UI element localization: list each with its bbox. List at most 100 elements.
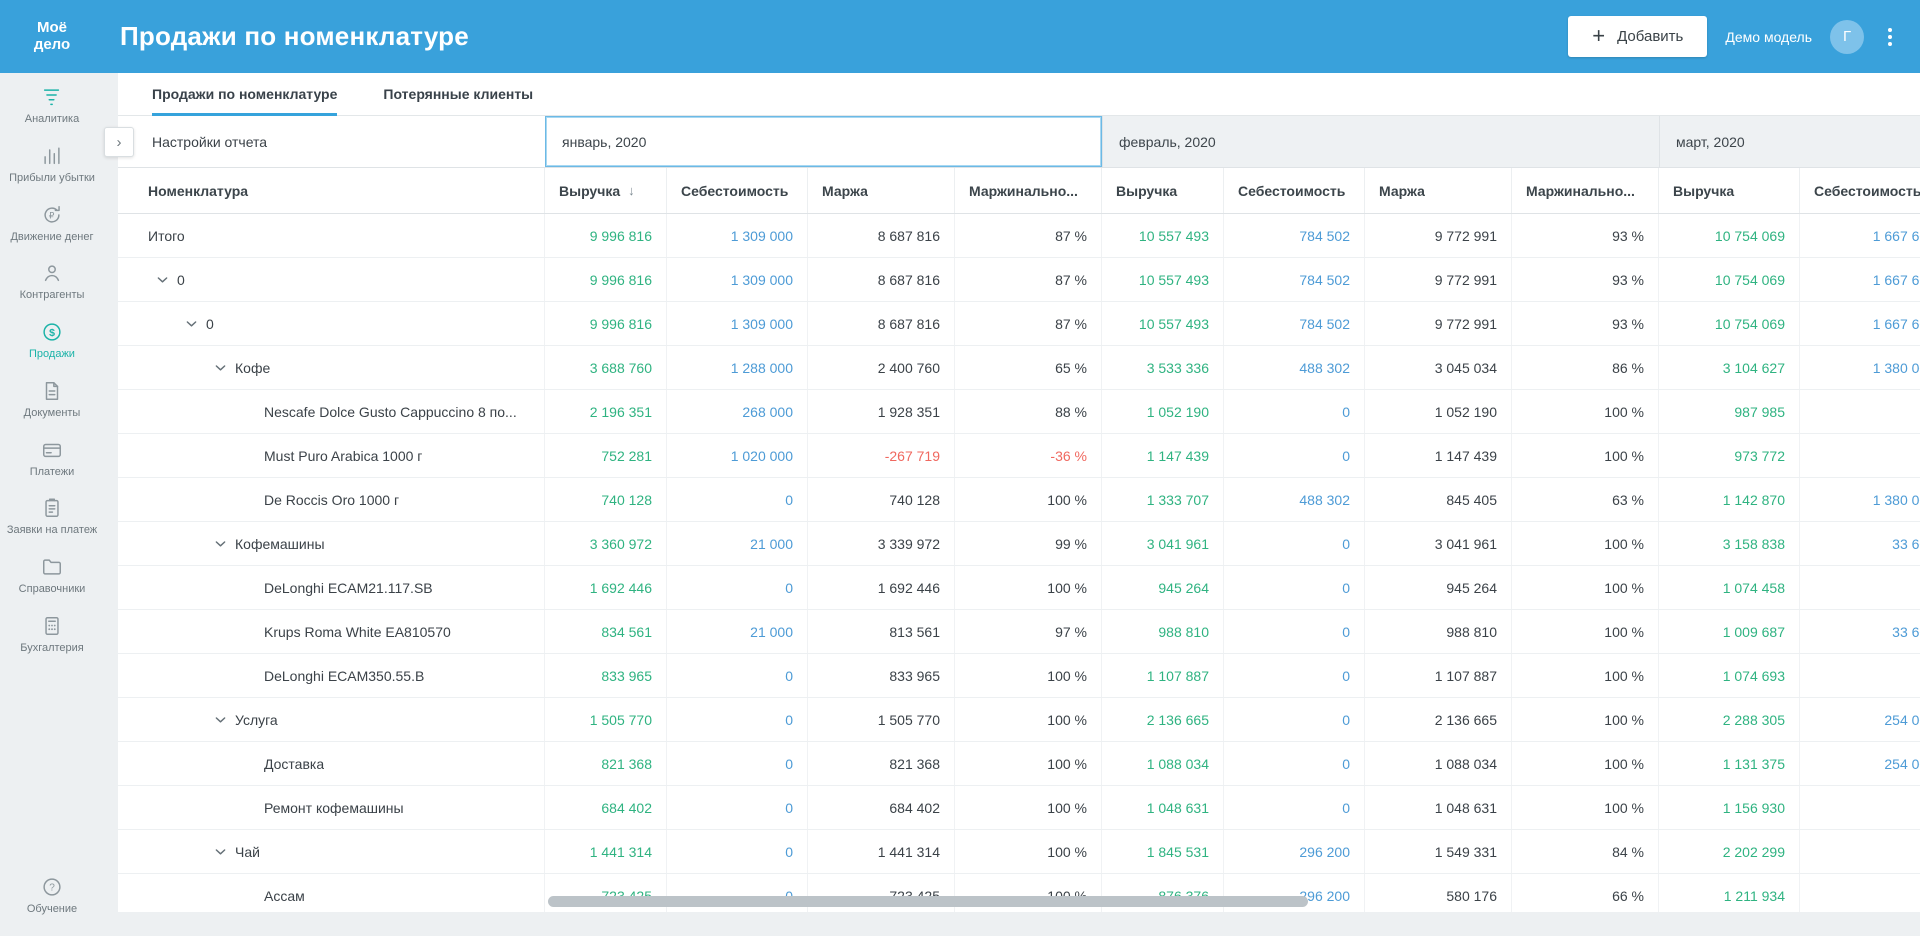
column-header-cost-m1[interactable]: Себестоимость xyxy=(667,168,808,213)
cell-cost xyxy=(1800,566,1920,609)
sidebar-item-payment-requests[interactable]: Заявки на платеж xyxy=(0,488,104,547)
row-label: 0 xyxy=(177,272,185,288)
cell-cost: 0 xyxy=(667,566,808,609)
cell-revenue: 1 009 687 xyxy=(1659,610,1800,653)
cell-marginality: 100 % xyxy=(1512,434,1659,477)
cell-revenue: 10 754 069 xyxy=(1659,302,1800,345)
column-header-cost-m2[interactable]: Себестоимость xyxy=(1224,168,1365,213)
add-button[interactable]: + Добавить xyxy=(1568,16,1707,57)
sidebar-item-documents[interactable]: Документы xyxy=(0,371,104,430)
cell-marginality: 87 % xyxy=(955,258,1102,301)
cell-cost: 1 020 000 xyxy=(667,434,808,477)
cell-marginality: 100 % xyxy=(955,566,1102,609)
month-header-1[interactable]: январь, 2020 xyxy=(545,116,1102,167)
column-header-marginality-m2[interactable]: Маржинально... xyxy=(1512,168,1659,213)
svg-text:?: ? xyxy=(49,883,55,894)
cell-revenue: 1 142 870 xyxy=(1659,478,1800,521)
svg-text:$: $ xyxy=(49,327,55,339)
cell-cost: 1 667 600 xyxy=(1800,302,1920,345)
column-header-label: Маржинально... xyxy=(969,183,1078,199)
cell-revenue: 834 561 xyxy=(545,610,667,653)
sidebar-item-sales[interactable]: $Продажи xyxy=(0,312,104,371)
column-header-cost-m3[interactable]: Себестоимость xyxy=(1800,168,1920,213)
row-label: Услуга xyxy=(235,712,278,728)
column-header-marginality-m1[interactable]: Маржинально... xyxy=(955,168,1102,213)
app-logo[interactable]: Моё дело xyxy=(0,20,104,52)
sidebar-item-analytics[interactable]: Аналитика xyxy=(0,77,104,136)
table-row: Nescafe Dolce Gusto Cappuccino 8 по...2 … xyxy=(118,390,1920,434)
month-header-3[interactable]: март, 2020 xyxy=(1659,116,1920,167)
sidebar-item-label: Документы xyxy=(24,407,81,421)
column-header-revenue-m2[interactable]: Выручка xyxy=(1102,168,1224,213)
cell-revenue: 1 692 446 xyxy=(545,566,667,609)
expand-chevron-icon[interactable] xyxy=(215,540,235,548)
column-header-revenue-m3[interactable]: Выручка xyxy=(1659,168,1800,213)
tabs: Продажи по номенклатуре Потерянные клиент… xyxy=(118,73,1920,116)
sort-desc-icon[interactable]: ↓ xyxy=(628,183,635,198)
expand-chevron-icon[interactable] xyxy=(157,276,177,284)
cell-revenue: 821 368 xyxy=(545,742,667,785)
sidebar-item-payments[interactable]: Платежи xyxy=(0,430,104,489)
cell-revenue: 1 107 887 xyxy=(1102,654,1224,697)
column-header-margin-m2[interactable]: Маржа xyxy=(1365,168,1512,213)
expand-chevron-icon[interactable] xyxy=(215,848,235,856)
sidebar-item-contractors[interactable]: Контрагенты xyxy=(0,253,104,312)
cell-margin: 9 772 991 xyxy=(1365,302,1512,345)
expand-chevron-icon[interactable] xyxy=(186,320,206,328)
cell-margin: 1 692 446 xyxy=(808,566,955,609)
cell-revenue: 945 264 xyxy=(1102,566,1224,609)
sidebar-item-money-flow[interactable]: ₽Движение денег xyxy=(0,195,104,254)
sidebar-item-label: Платежи xyxy=(30,466,75,480)
kebab-menu-icon[interactable] xyxy=(1882,24,1898,50)
cell-cost: 0 xyxy=(667,654,808,697)
column-header-revenue-m1[interactable]: Выручка↓ xyxy=(545,168,667,213)
cell-marginality: 100 % xyxy=(1512,786,1659,829)
cell-cost xyxy=(1800,434,1920,477)
sidebar-item-accounting[interactable]: Бухгалтерия xyxy=(0,606,104,665)
svg-text:₽: ₽ xyxy=(49,210,55,220)
column-header-margin-m1[interactable]: Маржа xyxy=(808,168,955,213)
cell-margin: 1 505 770 xyxy=(808,698,955,741)
table-row: Must Puro Arabica 1000 г752 2811 020 000… xyxy=(118,434,1920,478)
cell-cost xyxy=(1800,830,1920,873)
cell-margin: 8 687 816 xyxy=(808,302,955,345)
header-actions: + Добавить Демо модель Г xyxy=(1568,16,1920,57)
table-row: De Roccis Oro 1000 г740 1280740 128100 %… xyxy=(118,478,1920,522)
tab-lost-clients[interactable]: Потерянные клиенты xyxy=(383,73,533,115)
payment-requests-icon xyxy=(41,497,63,519)
cell-revenue: 10 557 493 xyxy=(1102,302,1224,345)
month-header-2[interactable]: февраль, 2020 xyxy=(1102,116,1659,167)
avatar[interactable]: Г xyxy=(1830,20,1864,54)
expand-chevron-icon[interactable] xyxy=(215,364,235,372)
settings-panel-toggle[interactable]: › xyxy=(104,127,134,157)
sidebar-item-education[interactable]: ?Обучение xyxy=(0,867,104,926)
cell-marginality: 100 % xyxy=(1512,654,1659,697)
scrollbar-thumb[interactable] xyxy=(548,896,1308,907)
cell-revenue: 10 754 069 xyxy=(1659,214,1800,257)
horizontal-scrollbar[interactable] xyxy=(118,896,1920,908)
cell-marginality: 100 % xyxy=(955,478,1102,521)
cell-cost: 0 xyxy=(1224,610,1365,653)
row-name-cell: Доставка xyxy=(118,742,545,785)
column-header-label: Выручка xyxy=(1673,183,1734,199)
table-row: Услуга1 505 77001 505 770100 %2 136 6650… xyxy=(118,698,1920,742)
cell-revenue: 3 104 627 xyxy=(1659,346,1800,389)
cell-cost: 1 309 000 xyxy=(667,258,808,301)
cell-marginality: 100 % xyxy=(1512,566,1659,609)
documents-icon xyxy=(41,380,63,402)
cell-revenue: 3 041 961 xyxy=(1102,522,1224,565)
sidebar: АналитикаПрибыли убытки₽Движение денегКо… xyxy=(0,73,104,936)
cell-margin: 813 561 xyxy=(808,610,955,653)
cell-cost: 1 380 000 xyxy=(1800,478,1920,521)
expand-chevron-icon[interactable] xyxy=(215,716,235,724)
column-header-nomenclature[interactable]: Номенклатура xyxy=(118,168,545,213)
row-label: Кофе xyxy=(235,360,270,376)
sidebar-item-profit-loss[interactable]: Прибыли убытки xyxy=(0,136,104,195)
cell-revenue: 1 074 458 xyxy=(1659,566,1800,609)
cell-margin: 2 400 760 xyxy=(808,346,955,389)
cell-margin: -267 719 xyxy=(808,434,955,477)
report-settings[interactable]: Настройки отчета xyxy=(118,116,545,167)
table-row: Кофемашины3 360 97221 0003 339 97299 %3 … xyxy=(118,522,1920,566)
sidebar-item-directories[interactable]: Справочники xyxy=(0,547,104,606)
tab-sales-by-nomenclature[interactable]: Продажи по номенклатуре xyxy=(152,73,337,115)
